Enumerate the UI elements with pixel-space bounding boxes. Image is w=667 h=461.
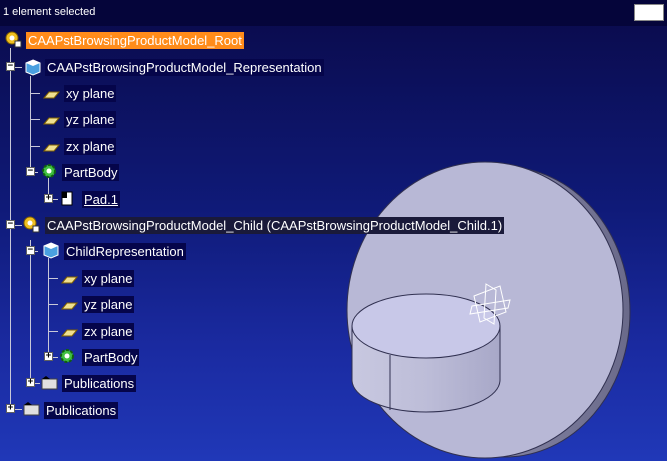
plane-icon[interactable] <box>60 270 78 288</box>
tree-line <box>48 304 58 305</box>
plane-icon[interactable] <box>60 296 78 314</box>
tree-node-partbody[interactable]: PartBody <box>62 164 120 181</box>
tree-line <box>30 146 40 147</box>
folder-icon[interactable] <box>40 373 58 391</box>
tree-node-yz-plane[interactable]: yz plane <box>82 296 135 313</box>
tree-node-child[interactable]: CAAPstBrowsingProductModel_Child (CAAPst… <box>45 217 505 234</box>
tree-node-root[interactable]: CAAPstBrowsingProductModel_Root <box>26 32 244 49</box>
tree-line <box>48 278 58 279</box>
gear-product-icon[interactable] <box>4 30 22 48</box>
tree-node-publications[interactable]: Publications <box>44 402 119 419</box>
tree-line <box>48 258 49 358</box>
collapse-toggle[interactable]: − <box>6 220 15 229</box>
expand-toggle[interactable]: + <box>44 352 53 361</box>
tree-line <box>48 331 58 332</box>
plane-icon[interactable] <box>42 138 60 156</box>
part-cube-icon[interactable] <box>42 241 60 259</box>
gear-body-icon[interactable] <box>58 347 76 365</box>
tree-node-zx-plane[interactable]: zx plane <box>82 323 135 340</box>
gear-product-icon[interactable] <box>22 215 40 233</box>
tree-line <box>30 76 31 173</box>
tree-line <box>30 119 40 120</box>
tree-line <box>10 48 11 410</box>
tree-node-child-representation[interactable]: ChildRepresentation <box>64 243 186 260</box>
specification-tree: CAAPstBrowsingProductModel_Root − CAAPst… <box>0 0 667 461</box>
tree-node-representation[interactable]: CAAPstBrowsingProductModel_Representatio… <box>45 59 324 76</box>
tree-node-publications[interactable]: Publications <box>62 375 137 392</box>
tree-line <box>30 240 31 384</box>
part-cube-icon[interactable] <box>24 58 42 76</box>
collapse-toggle[interactable]: − <box>6 62 15 71</box>
tree-node-xy-plane[interactable]: xy plane <box>82 270 135 287</box>
plane-icon[interactable] <box>42 85 60 103</box>
tree-node-xy-plane[interactable]: xy plane <box>64 85 117 102</box>
collapse-toggle[interactable]: − <box>26 246 35 255</box>
expand-toggle[interactable]: + <box>26 378 35 387</box>
tree-node-pad[interactable]: Pad.1 <box>82 191 120 208</box>
gear-body-icon[interactable] <box>40 162 58 180</box>
pad-feature-icon[interactable] <box>58 189 76 207</box>
tree-node-partbody[interactable]: PartBody <box>82 349 140 366</box>
expand-toggle[interactable]: + <box>44 194 53 203</box>
tree-line <box>30 93 40 94</box>
folder-icon[interactable] <box>22 399 40 417</box>
plane-icon[interactable] <box>60 323 78 341</box>
tree-node-zx-plane[interactable]: zx plane <box>64 138 117 155</box>
expand-toggle[interactable]: + <box>6 404 15 413</box>
plane-icon[interactable] <box>42 111 60 129</box>
collapse-toggle[interactable]: − <box>26 167 35 176</box>
tree-node-yz-plane[interactable]: yz plane <box>64 111 117 128</box>
